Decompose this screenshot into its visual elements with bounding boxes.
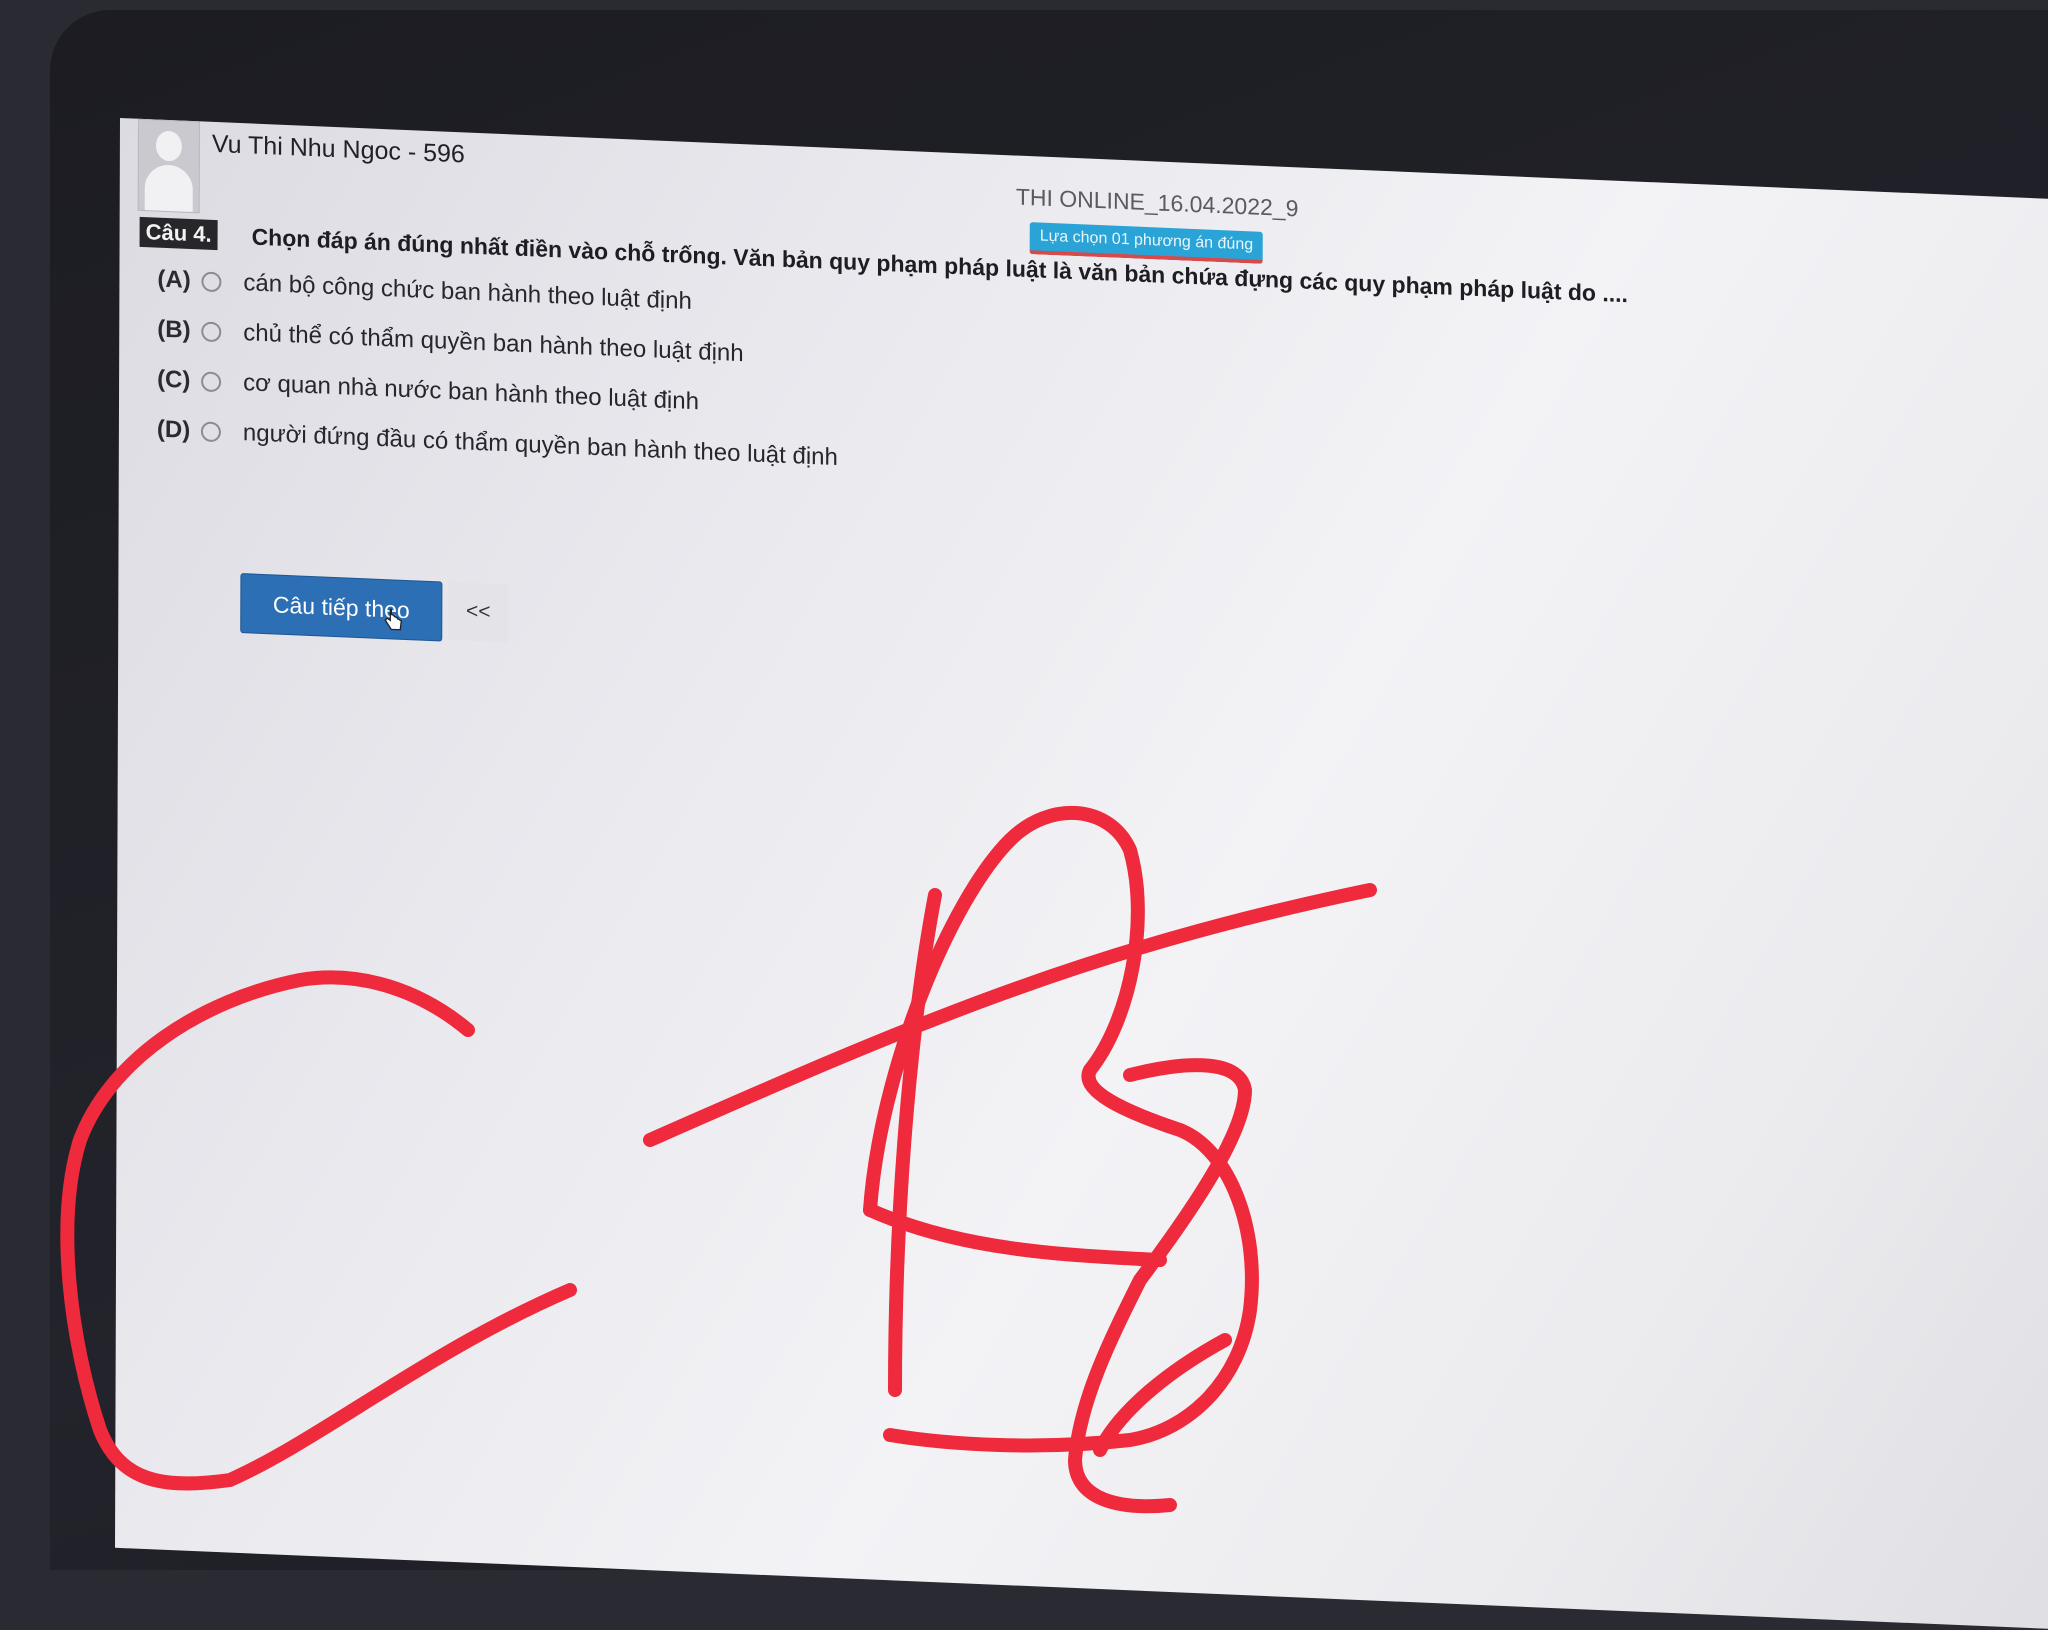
option-letter: (B) [157, 315, 191, 344]
exam-screen: Vu Thi Nhu Ngoc - 596 THI ONLINE_16.04.2… [115, 118, 2048, 1630]
radio-a[interactable] [201, 271, 222, 293]
option-d[interactable]: (D) người đứng đầu có thẩm quyền ban hàn… [157, 410, 838, 479]
option-letter: (D) [156, 415, 191, 444]
radio-c[interactable] [201, 371, 222, 393]
option-text: chủ thể có thẩm quyền ban hành theo luật… [243, 319, 744, 368]
exam-title: THI ONLINE_16.04.2022_9 [1015, 183, 1299, 222]
question-number: Câu 4. [139, 216, 218, 251]
option-letter: (A) [157, 265, 191, 294]
option-text: cán bộ công chức ban hành theo luật định [243, 269, 692, 315]
radio-d[interactable] [200, 421, 221, 443]
option-text: cơ quan nhà nước ban hành theo luật định [243, 369, 700, 416]
next-question-button[interactable]: Câu tiếp theo [240, 573, 443, 642]
previous-question-button[interactable]: << [448, 581, 509, 643]
avatar-head [155, 130, 182, 162]
user-avatar-icon [137, 118, 200, 214]
radio-b[interactable] [201, 321, 222, 343]
user-name: Vu Thi Nhu Ngoc - 596 [211, 129, 465, 169]
option-text: người đứng đầu có thẩm quyền ban hành th… [242, 419, 838, 472]
avatar-shoulders [144, 164, 193, 213]
option-letter: (C) [157, 365, 191, 394]
hand-pointer-icon [384, 608, 402, 631]
